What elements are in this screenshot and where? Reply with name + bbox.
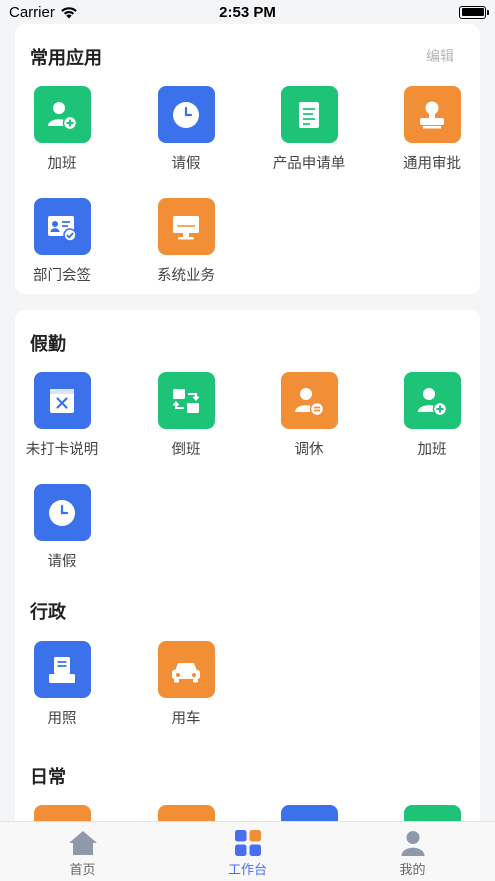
app-label: 产品申请单 [272, 156, 346, 172]
app-label: 用照 [47, 711, 77, 727]
app-general-approval[interactable]: 通用审批 [382, 86, 482, 173]
categories-card: 假勤 未打卡说明 倒班 调休 加班 请假 行政 用照 用车 日常 [12, 310, 482, 862]
tab-home[interactable]: 首页 [0, 822, 165, 881]
app-leave[interactable]: 请假 [136, 86, 236, 173]
section-title-attendance: 假勤 [30, 334, 66, 355]
home-icon [68, 831, 97, 855]
app-label: 部门会签 [33, 268, 91, 284]
app-label: 调休 [294, 442, 324, 458]
app-vehicle-use[interactable]: 用车 [136, 641, 236, 728]
app-product-request[interactable]: 产品申请单 [259, 86, 359, 173]
app-label: 倒班 [171, 442, 201, 458]
person-add-icon [403, 372, 461, 429]
app-label: 请假 [171, 156, 201, 172]
app-label: 用车 [171, 711, 201, 727]
app-label: 加班 [47, 156, 77, 172]
app-label: 通用审批 [403, 156, 461, 172]
printer-doc-icon [33, 641, 91, 698]
section-title-daily: 日常 [30, 767, 66, 788]
app-label: 加班 [417, 442, 447, 458]
app-shift-swap[interactable]: 倒班 [136, 372, 236, 459]
car-icon [157, 641, 215, 698]
id-card-check-icon [33, 198, 91, 255]
monitor-icon [157, 198, 215, 255]
section-title-admin: 行政 [30, 602, 66, 623]
stamp-icon [403, 86, 461, 143]
status-time: 2:53 PM [219, 3, 276, 21]
person-equal-icon [280, 372, 338, 429]
app-label: 系统业务 [157, 268, 215, 284]
document-icon [280, 86, 338, 143]
clock-icon [157, 86, 215, 143]
app-leave-2[interactable]: 请假 [12, 484, 112, 571]
app-label: 未打卡说明 [25, 442, 99, 458]
app-time-off-in-lieu[interactable]: 调休 [259, 372, 359, 459]
tab-label: 工作台 [227, 863, 267, 878]
app-label: 请假 [47, 554, 77, 570]
tab-workbench[interactable]: 工作台 [165, 822, 330, 881]
tab-label: 首页 [69, 863, 96, 878]
section-title-common: 常用应用 [30, 48, 102, 69]
swap-icon [157, 372, 215, 429]
common-apps-card: 常用应用 编辑 加班 请假 产品申请单 通用审批 部门会签 系统业务 [15, 24, 480, 294]
tab-label: 我的 [399, 863, 426, 878]
grid-icon [234, 830, 261, 856]
user-icon [401, 831, 424, 856]
battery-icon [459, 5, 489, 19]
tab-me[interactable]: 我的 [330, 822, 495, 881]
person-add-icon [33, 86, 91, 143]
calendar-x-icon [33, 372, 91, 429]
app-overtime[interactable]: 加班 [12, 86, 112, 173]
app-overtime-2[interactable]: 加班 [382, 372, 482, 459]
clock-icon [33, 484, 91, 541]
app-license-use[interactable]: 用照 [12, 641, 112, 728]
edit-button[interactable]: 编辑 [426, 46, 454, 66]
app-missed-punch[interactable]: 未打卡说明 [12, 372, 112, 459]
app-dept-countersign[interactable]: 部门会签 [12, 198, 112, 285]
tab-bar: 首页 工作台 我的 [0, 821, 495, 881]
app-system-business[interactable]: 系统业务 [136, 198, 236, 285]
status-bar: Carrier 2:53 PM [0, 0, 495, 24]
